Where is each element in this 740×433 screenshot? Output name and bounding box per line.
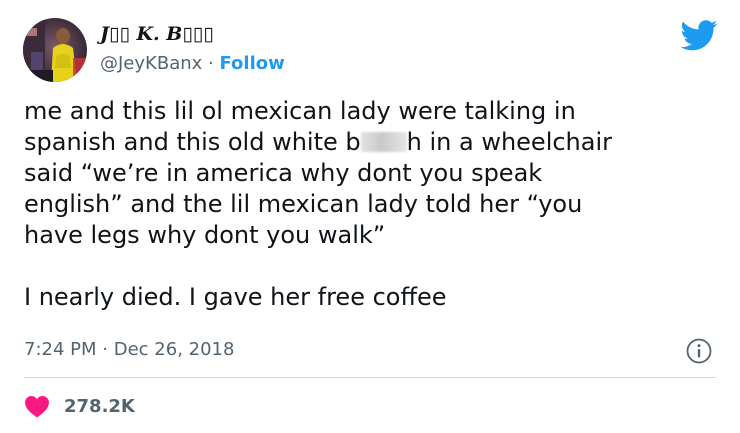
censored-blur: [360, 132, 407, 152]
twitter-bird-icon[interactable]: [681, 20, 718, 51]
avatar[interactable]: [23, 18, 87, 82]
tweet-line: spanish and this old white b h in a wheel…: [24, 127, 724, 158]
like-count: 278.2K: [64, 395, 135, 417]
tweet-paragraph-1: me and this lil ol mexican lady were tal…: [24, 96, 724, 251]
tweet-line-segment: h in a wheelchair: [406, 128, 613, 156]
info-icon[interactable]: [686, 338, 712, 364]
tweet-time: 7:24 PM: [24, 339, 97, 360]
separator-dot: ·: [102, 339, 108, 360]
like-button[interactable]: 278.2K: [24, 392, 135, 420]
author-handle-row: @JeyKBanx · Follow: [100, 53, 285, 74]
separator-dot: ·: [208, 53, 214, 74]
tweet-line: I nearly died. I gave her free coffee: [24, 283, 447, 311]
tweet-line-segment: spanish and this old white b: [24, 128, 361, 156]
tweet-date: Dec 26, 2018: [113, 339, 235, 360]
author-display-name[interactable]: J▯▯ K. B▯▯▯: [100, 23, 214, 45]
author-handle[interactable]: @JeyKBanx: [100, 53, 202, 74]
tweet-card: J▯▯ K. B▯▯▯ @JeyKBanx · Follow me and th…: [0, 0, 740, 433]
tweet-line: english” and the lil mexican lady told h…: [24, 190, 583, 218]
divider: [24, 377, 716, 378]
tweet-text: me and this lil ol mexican lady were tal…: [24, 96, 724, 313]
tweet-line: said “we’re in america why dont you spea…: [24, 159, 543, 187]
avatar-photo: [23, 18, 87, 82]
tweet-line: have legs why dont you walk”: [24, 221, 386, 249]
tweet-paragraph-2: I nearly died. I gave her free coffee: [24, 282, 724, 313]
heart-icon: [25, 396, 49, 418]
follow-button[interactable]: Follow: [219, 53, 284, 74]
tweet-line: me and this lil ol mexican lady were tal…: [24, 97, 576, 125]
tweet-timestamp[interactable]: 7:24 PM · Dec 26, 2018: [24, 339, 234, 360]
